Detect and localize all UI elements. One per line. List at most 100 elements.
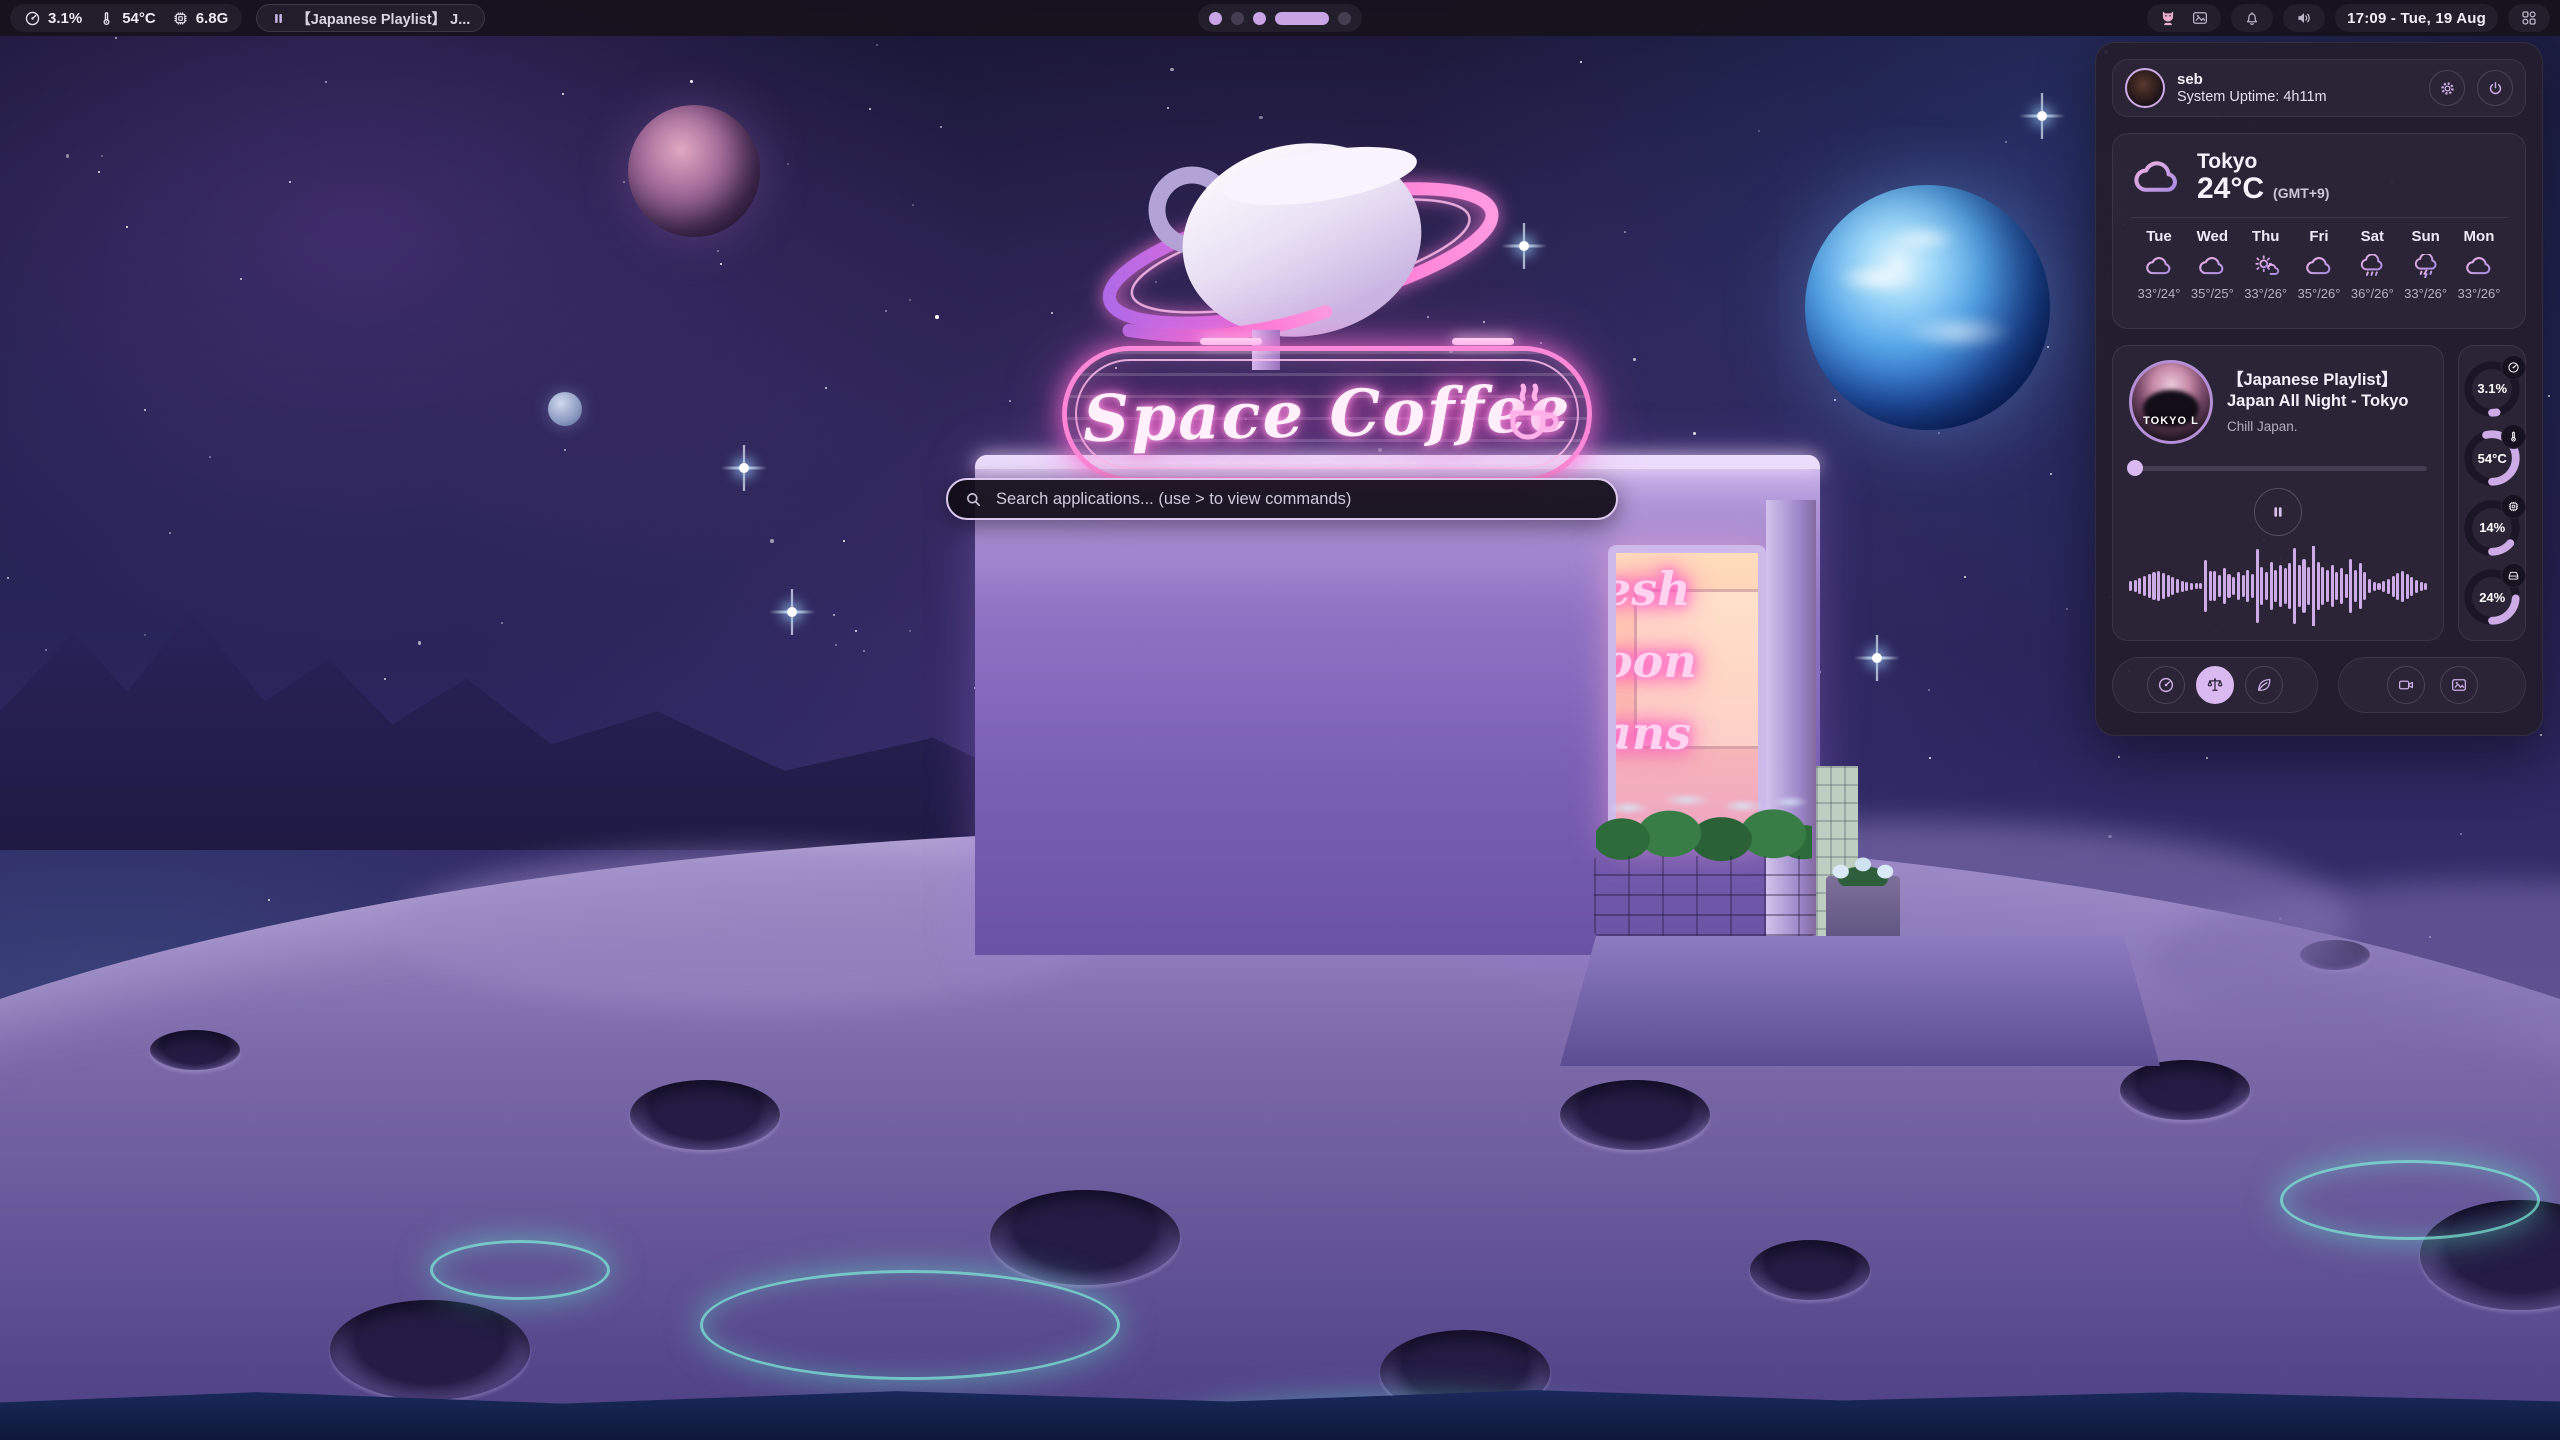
storm-icon [2411, 254, 2441, 278]
playback-progress-bar[interactable] [2129, 460, 2427, 476]
forecast-temps: 33°/26° [2458, 286, 2501, 301]
visualizer-bar [2424, 583, 2427, 590]
screenshot-button[interactable] [2440, 666, 2478, 704]
visualizer-bar [2218, 575, 2221, 597]
forecast-day-label: Tue [2146, 228, 2172, 245]
window-neon-text: oon [1608, 625, 1758, 697]
visualizer-bar [2227, 574, 2230, 598]
power-button[interactable] [2477, 70, 2513, 106]
image-icon [2450, 676, 2468, 694]
gear-icon [2439, 80, 2456, 97]
progress-knob[interactable] [2127, 460, 2143, 476]
app-grid-button[interactable] [2508, 4, 2550, 32]
forecast-day-label: Sun [2411, 228, 2439, 245]
visualizer-bar [2406, 574, 2409, 599]
forecast-day-label: Wed [2197, 228, 2228, 245]
visualizer-bar [2396, 573, 2399, 600]
window-neon-text: esh [1608, 553, 1758, 625]
pause-icon [2270, 504, 2286, 520]
workspace-dot[interactable] [1231, 12, 1244, 25]
chip-icon [2507, 500, 2520, 513]
cloud-icon [2197, 254, 2227, 278]
balanced-profile-button[interactable] [2196, 666, 2234, 704]
forecast-day: Fri 35°/26° [2293, 228, 2345, 301]
visualizer-bar [2204, 560, 2207, 612]
avatar [2125, 68, 2165, 108]
pause-icon [271, 11, 286, 26]
rain-icon [2357, 254, 2387, 278]
divider [2131, 217, 2507, 218]
power-profiles-pill [2112, 657, 2318, 713]
visualizer-bar [2377, 583, 2380, 590]
play-pause-button[interactable] [2254, 488, 2302, 536]
tray-pill[interactable] [2147, 4, 2221, 32]
launcher-search[interactable] [946, 478, 1618, 520]
workspace-dot[interactable] [1253, 12, 1266, 25]
visualizer-bar [2223, 568, 2226, 604]
workspace-current[interactable] [1275, 12, 1329, 25]
mountains [0, 520, 1060, 850]
sun-cloud-icon [2251, 254, 2281, 278]
thermometer-icon [98, 10, 115, 27]
forecast-day: Wed 35°/25° [2186, 228, 2238, 301]
visualizer-bar [2134, 580, 2137, 592]
visualizer-bar [2270, 562, 2273, 610]
visualizer-bar [2326, 570, 2329, 602]
clock[interactable]: 17:09 - Tue, 19 Aug [2335, 4, 2498, 32]
visualizer-bar [2345, 574, 2348, 598]
visualizer-bar [2349, 559, 2352, 613]
speedometer-icon [2157, 676, 2175, 694]
now-playing-pill[interactable]: 【Japanese Playlist】 J... [256, 4, 485, 32]
visualizer-bar [2185, 582, 2188, 591]
media-player-card: TOKYO L 【Japanese Playlist】 Japan All Ni… [2112, 345, 2444, 641]
album-art-label: TOKYO L [2132, 415, 2210, 427]
screen-record-button[interactable] [2387, 666, 2425, 704]
forecast-temps: 36°/26° [2351, 286, 2394, 301]
visualizer-bar [2129, 581, 2132, 591]
sign-light [1452, 338, 1514, 345]
system-stats-pill[interactable]: 3.1% 54°C 6.8G [10, 4, 242, 32]
visualizer-bar [2317, 562, 2320, 610]
visualizer-bar [2293, 548, 2296, 624]
visualizer-bar [2392, 576, 2395, 597]
visualizer-bar [2363, 572, 2366, 600]
weather-forecast: Tue 33°/24° Wed 35°/25° Thu 33°/26° Fri … [2131, 228, 2507, 301]
search-input[interactable] [994, 489, 1600, 510]
photo-icon[interactable] [2191, 9, 2209, 27]
visualizer-bar [2340, 568, 2343, 604]
visualizer-bar [2415, 580, 2418, 593]
window-neon-text: ans [1608, 697, 1758, 769]
volume-button[interactable] [2283, 4, 2325, 32]
visualizer-bar [2171, 577, 2174, 595]
pavement [1560, 936, 2160, 1066]
settings-button[interactable] [2429, 70, 2465, 106]
disk-icon [2507, 569, 2520, 582]
performance-profile-button[interactable] [2147, 666, 2185, 704]
visualizer-bar [2279, 565, 2282, 607]
visualizer-bar [2274, 570, 2277, 602]
visualizer-bar [2288, 563, 2291, 609]
visualizer-bar [2298, 565, 2301, 607]
cat-icon[interactable] [2159, 9, 2177, 27]
workspace-dot[interactable] [1338, 12, 1351, 25]
cpu-stat: 3.1% [24, 10, 82, 27]
forecast-day: Sun 33°/26° [2400, 228, 2452, 301]
workspace-switcher[interactable] [1198, 4, 1362, 32]
topbar-tray: 17:09 - Tue, 19 Aug [2147, 4, 2550, 32]
side-panel: seb System Uptime: 4h11m Tokyo 24°C (GMT… [2095, 42, 2543, 736]
capture-pill [2338, 657, 2526, 713]
system-gauge: 54°C [2461, 427, 2523, 489]
visualizer-bar [2143, 576, 2146, 596]
forecast-day: Tue 33°/24° [2133, 228, 2185, 301]
weather-temperature: 24°C [2197, 173, 2264, 205]
thermometer-icon [2507, 430, 2520, 443]
powersave-profile-button[interactable] [2245, 666, 2283, 704]
notifications-button[interactable] [2231, 4, 2273, 32]
workspace-dot[interactable] [1209, 12, 1222, 25]
visualizer-bar [2148, 574, 2151, 598]
memory-value: 6.8G [196, 10, 229, 27]
visualizer-bar [2190, 583, 2193, 590]
visualizer-bar [2321, 567, 2324, 605]
chip-icon [172, 10, 189, 27]
visualizer-bar [2181, 581, 2184, 592]
